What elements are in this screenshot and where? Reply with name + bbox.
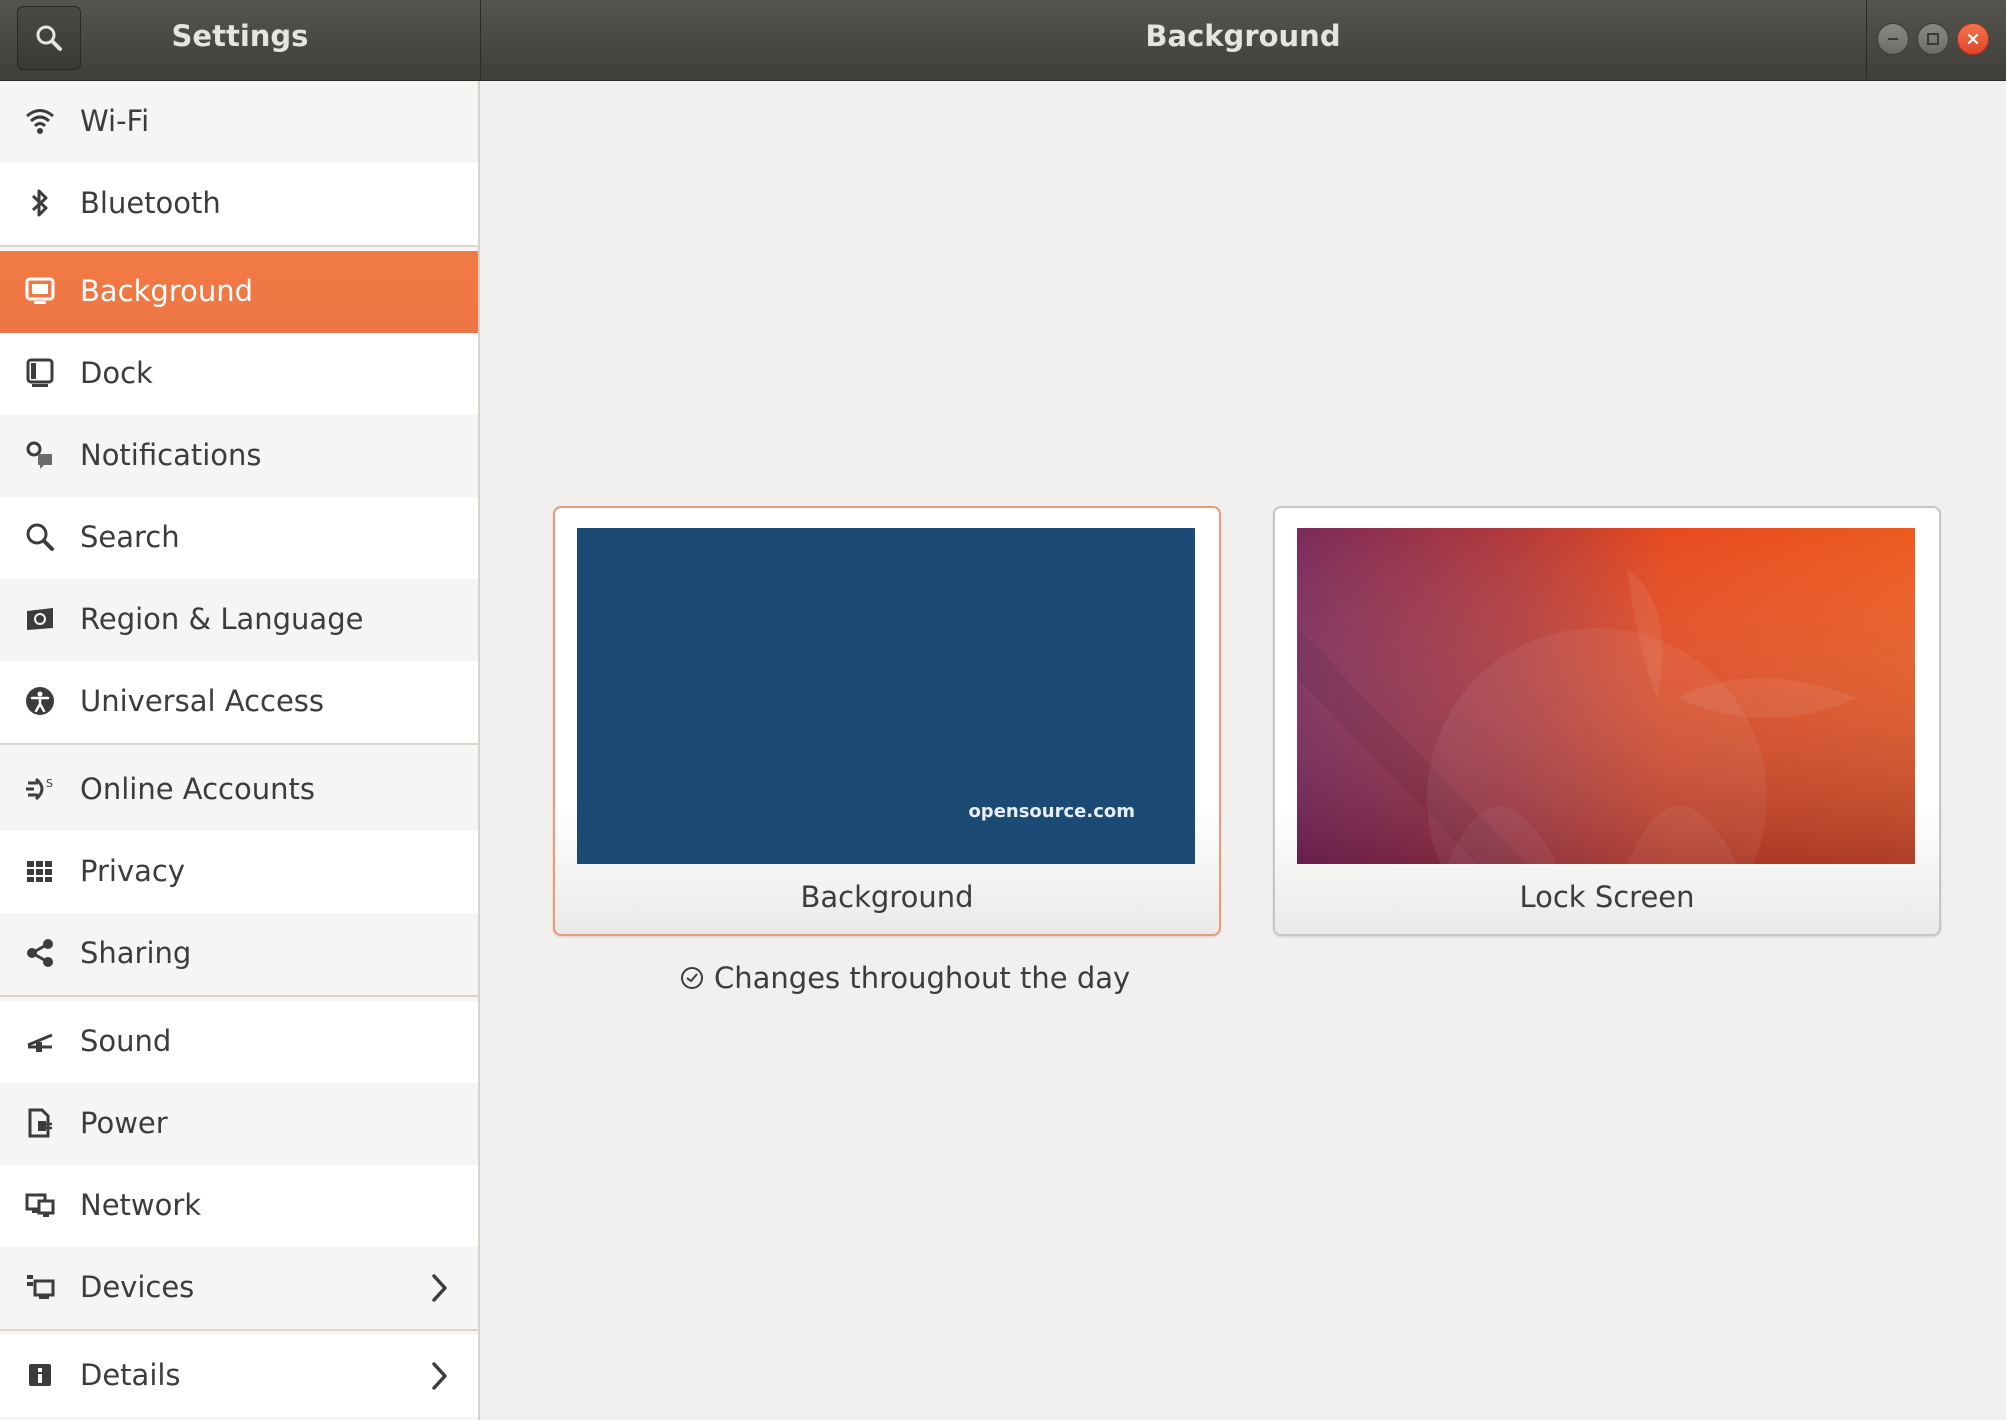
background-card-label: Background [800, 880, 974, 914]
notifications-icon [22, 437, 58, 473]
sidebar-item-notifications[interactable]: Notifications [0, 415, 478, 497]
header-left-pane: Settings [0, 0, 481, 80]
wallpaper-watermark: opensource.com [968, 801, 1135, 822]
search-icon [22, 519, 58, 555]
sidebar-divider [0, 1329, 478, 1331]
sidebar-item-label: Sound [80, 1024, 172, 1058]
header-separator [1866, 0, 1867, 80]
maximize-button[interactable] [1917, 23, 1949, 55]
sidebar-item-privacy[interactable]: Privacy [0, 831, 478, 913]
sidebar-divider [0, 245, 478, 247]
sidebar-item-label: Details [80, 1358, 181, 1392]
minimize-icon [1888, 38, 1898, 40]
sidebar-item-label: Universal Access [80, 684, 325, 718]
changes-info: Changes throughout the day [680, 961, 1130, 995]
online-accounts-icon: S [22, 771, 58, 807]
sidebar-item-dock[interactable]: Dock [0, 333, 478, 415]
sidebar-item-devices[interactable]: Devices [0, 1247, 478, 1329]
sound-icon [22, 1023, 58, 1059]
sidebar-item-region-language[interactable]: Region & Language [0, 579, 478, 661]
sidebar-item-label: Power [80, 1106, 168, 1140]
lock-screen-card[interactable]: Lock Screen [1273, 506, 1941, 936]
header-bar: Settings Background [0, 0, 2006, 81]
sidebar-item-label: Region & Language [80, 602, 364, 636]
sidebar-item-label: Background [80, 274, 254, 308]
details-icon [22, 1357, 58, 1393]
background-preview: opensource.com [577, 528, 1195, 864]
sidebar-item-background[interactable]: Background [0, 251, 478, 333]
lock-screen-preview [1297, 528, 1915, 864]
devices-icon [22, 1269, 58, 1305]
sidebar-item-universal-access[interactable]: Universal Access [0, 661, 478, 743]
sidebar-item-sound[interactable]: Sound [0, 1001, 478, 1083]
sidebar-item-power[interactable]: Power [0, 1083, 478, 1165]
wifi-icon [22, 103, 58, 139]
close-button[interactable] [1957, 23, 1989, 55]
close-icon [1967, 33, 1979, 45]
sidebar-item-label: Dock [80, 356, 153, 390]
bluetooth-icon [22, 185, 58, 221]
dock-icon [22, 355, 58, 391]
sidebar-item-label: Network [80, 1188, 202, 1222]
sidebar-item-details[interactable]: Details [0, 1335, 478, 1417]
privacy-icon [22, 853, 58, 889]
page-title: Background [1145, 19, 1341, 53]
background-icon [22, 273, 58, 309]
search-button[interactable] [17, 6, 81, 70]
region-language-icon [22, 601, 58, 637]
sidebar-item-label: Bluetooth [80, 186, 221, 220]
clock-icon [681, 967, 703, 989]
universal-access-icon [22, 683, 58, 719]
sidebar-item-network[interactable]: Network [0, 1165, 478, 1247]
sidebar-item-label: Sharing [80, 936, 192, 970]
sharing-icon [22, 935, 58, 971]
sidebar-item-sharing[interactable]: Sharing [0, 913, 478, 995]
sidebar-item-label: Online Accounts [80, 772, 315, 806]
sidebar-item-label: Search [80, 520, 180, 554]
sidebar-item-online-accounts[interactable]: S Online Accounts [0, 749, 478, 831]
changes-text: Changes throughout the day [714, 961, 1131, 995]
sidebar-divider [0, 995, 478, 997]
svg-text:S: S [46, 777, 53, 790]
sidebar-item-bluetooth[interactable]: Bluetooth [0, 163, 478, 245]
app-title: Settings [171, 19, 309, 53]
maximize-icon [1927, 33, 1939, 45]
sidebar-item-label: Privacy [80, 854, 185, 888]
sidebar-divider [0, 743, 478, 745]
search-icon [36, 25, 62, 51]
chevron-right-icon [432, 1274, 447, 1302]
sidebar-item-wifi[interactable]: Wi-Fi [0, 81, 478, 163]
lock-screen-card-label: Lock Screen [1519, 880, 1695, 914]
chevron-right-icon [432, 1362, 447, 1390]
background-card[interactable]: opensource.com Background [553, 506, 1221, 936]
sidebar-item-label: Wi-Fi [80, 104, 150, 138]
sidebar-item-label: Devices [80, 1270, 195, 1304]
power-icon [22, 1105, 58, 1141]
minimize-button[interactable] [1877, 23, 1909, 55]
network-icon [22, 1187, 58, 1223]
sidebar: Wi-Fi Bluetooth Background Dock Notifica… [0, 81, 480, 1420]
sidebar-item-search[interactable]: Search [0, 497, 478, 579]
sidebar-item-label: Notifications [80, 438, 262, 472]
